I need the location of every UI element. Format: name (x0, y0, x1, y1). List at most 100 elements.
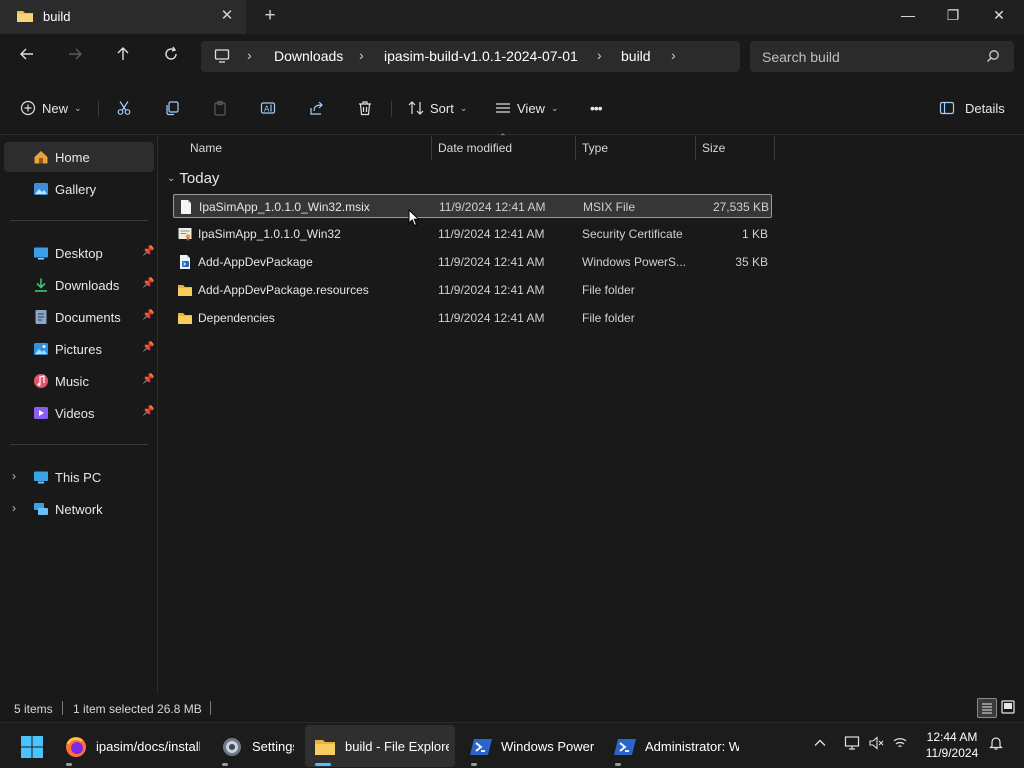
windows-logo-icon (20, 735, 44, 759)
file-row[interactable]: IpaSimApp_1.0.1.0_Win32.msix 11/9/2024 1… (173, 194, 772, 218)
desktop-icon (33, 245, 49, 261)
search-input[interactable] (762, 47, 982, 66)
chevron-right-icon[interactable]: › (12, 469, 16, 483)
refresh-icon (165, 46, 177, 60)
sidebar-item-downloads[interactable]: Downloads 📌 (4, 270, 154, 300)
arrow-up-icon (117, 47, 129, 60)
breadcrumb-build[interactable]: build (621, 48, 651, 64)
taskbar-item-settings[interactable]: Settings (212, 725, 300, 767)
pin-icon[interactable]: 📌 (142, 246, 154, 257)
sidebar-item-music[interactable]: Music 📌 (4, 366, 154, 396)
chevron-down-icon: ⌄ (74, 102, 82, 113)
chevron-down-icon: ⌄ (550, 102, 559, 113)
show-hidden-icons-button[interactable] (810, 735, 830, 755)
taskbar-item-windows-powershell[interactable]: Windows PowerShell (461, 725, 601, 767)
cut-button[interactable] (116, 96, 132, 120)
breadcrumb-ipasim-build[interactable]: ipasim-build-v1.0.1-2024-07-01 (384, 48, 578, 64)
status-bar: 5 items 1 item selected 26.8 MB (0, 694, 1024, 722)
rename-button[interactable]: A (260, 96, 276, 120)
folder-icon (177, 282, 193, 298)
sidebar-item-pictures[interactable]: Pictures 📌 (4, 334, 154, 364)
details-view-toggle[interactable] (977, 698, 997, 718)
start-button[interactable] (12, 725, 52, 767)
share-button[interactable] (309, 96, 325, 120)
close-window-button[interactable]: ✕ (976, 0, 1022, 30)
sidebar-item-label: Pictures (55, 342, 102, 357)
taskbar-item-administrator-powershell[interactable]: Administrator: W (605, 725, 745, 767)
command-bar: New ⌄ A Sort ⌄ View ⌄ ••• Details (0, 80, 1024, 135)
paste-button[interactable] (212, 96, 228, 120)
chevron-right-icon[interactable]: › (12, 501, 16, 515)
taskbar-item-file-explorer[interactable]: build - File Explorer (305, 725, 455, 767)
system-clock[interactable]: 12:44 AM 11/9/2024 (916, 729, 988, 761)
tray-volume-muted-icon[interactable] (866, 735, 886, 755)
new-tab-button[interactable]: + (260, 6, 280, 26)
new-button[interactable]: New ⌄ (20, 96, 82, 120)
taskbar-item-firefox[interactable]: ipasim/docs/install (56, 725, 208, 767)
taskbar-label: ipasim/docs/install (96, 739, 200, 754)
view-label: View (517, 100, 545, 116)
close-tab-button[interactable]: ✕ (218, 7, 236, 25)
notifications-bell-icon[interactable] (986, 735, 1006, 755)
sidebar-item-videos[interactable]: Videos 📌 (4, 398, 154, 428)
file-name: IpaSimApp_1.0.1.0_Win32 (198, 227, 341, 241)
network-icon (33, 501, 49, 517)
sidebar-item-desktop[interactable]: Desktop 📌 (4, 238, 154, 268)
file-row[interactable]: Add-AppDevPackage.resources 11/9/2024 12… (173, 278, 772, 302)
sidebar-item-documents[interactable]: Documents 📌 (4, 302, 154, 332)
column-header-size[interactable]: Size (696, 136, 774, 160)
file-row[interactable]: Add-AppDevPackage 11/9/2024 12:41 AM Win… (173, 250, 772, 274)
search-box[interactable] (750, 41, 1014, 72)
copy-icon (166, 101, 179, 116)
column-header-date-modified[interactable]: Date modified (432, 136, 575, 160)
up-button[interactable] (109, 43, 137, 71)
breadcrumb-downloads[interactable]: Downloads (274, 48, 343, 64)
copy-button[interactable] (164, 96, 180, 120)
sidebar-item-network[interactable]: › Network (4, 494, 154, 524)
group-header-today[interactable]: ⌄ Today (167, 170, 219, 187)
status-divider (62, 701, 63, 715)
taskbar-label: Windows PowerShell (501, 739, 595, 754)
sort-button[interactable]: Sort ⌄ (408, 96, 467, 120)
chevron-right-icon[interactable]: › (671, 47, 676, 63)
column-header-type[interactable]: Type (576, 136, 695, 160)
file-date: 11/9/2024 12:41 AM (438, 311, 545, 325)
pin-icon[interactable]: 📌 (142, 406, 154, 417)
tab-build[interactable]: build ✕ (0, 0, 246, 34)
details-pane-button[interactable]: Details (939, 96, 1005, 120)
details-label: Details (965, 100, 1005, 116)
search-icon[interactable] (986, 49, 1000, 66)
address-bar[interactable]: › Downloads › ipasim-build-v1.0.1-2024-0… (201, 41, 740, 72)
tray-network-icon[interactable] (890, 735, 910, 755)
powershell-admin-icon (613, 735, 637, 759)
more-options-button[interactable]: ••• (590, 96, 603, 120)
certificate-icon (177, 226, 193, 242)
forward-button[interactable] (61, 43, 89, 71)
status-divider (210, 701, 211, 715)
tiles-view-toggle[interactable] (999, 698, 1019, 718)
pin-icon[interactable]: 📌 (142, 374, 154, 385)
file-row[interactable]: IpaSimApp_1.0.1.0_Win32 11/9/2024 12:41 … (173, 222, 772, 246)
msix-file-icon (178, 199, 194, 215)
column-header-name[interactable]: Name (184, 136, 431, 160)
sidebar-item-this-pc[interactable]: › This PC (4, 462, 154, 492)
chevron-down-icon: ⌄ (167, 173, 176, 184)
minimize-button[interactable]: — (885, 0, 931, 30)
sidebar-item-gallery[interactable]: Gallery (4, 174, 154, 204)
delete-button[interactable] (357, 96, 373, 120)
pin-icon[interactable]: 📌 (142, 278, 154, 289)
restore-button[interactable]: ❐ (930, 0, 976, 30)
documents-icon (33, 309, 49, 325)
back-button[interactable] (13, 43, 41, 71)
file-type: Security Certificate (582, 227, 683, 241)
pin-icon[interactable]: 📌 (142, 342, 154, 353)
refresh-button[interactable] (157, 43, 185, 71)
file-name: IpaSimApp_1.0.1.0_Win32.msix (199, 200, 370, 214)
column-resizer[interactable] (774, 136, 775, 160)
plus-circle-icon (20, 100, 36, 116)
view-button[interactable]: View ⌄ (495, 96, 559, 120)
file-row[interactable]: Dependencies 11/9/2024 12:41 AM File fol… (173, 306, 772, 330)
tray-display-icon[interactable] (842, 735, 862, 755)
pin-icon[interactable]: 📌 (142, 310, 154, 321)
sidebar-item-home[interactable]: Home (4, 142, 154, 172)
